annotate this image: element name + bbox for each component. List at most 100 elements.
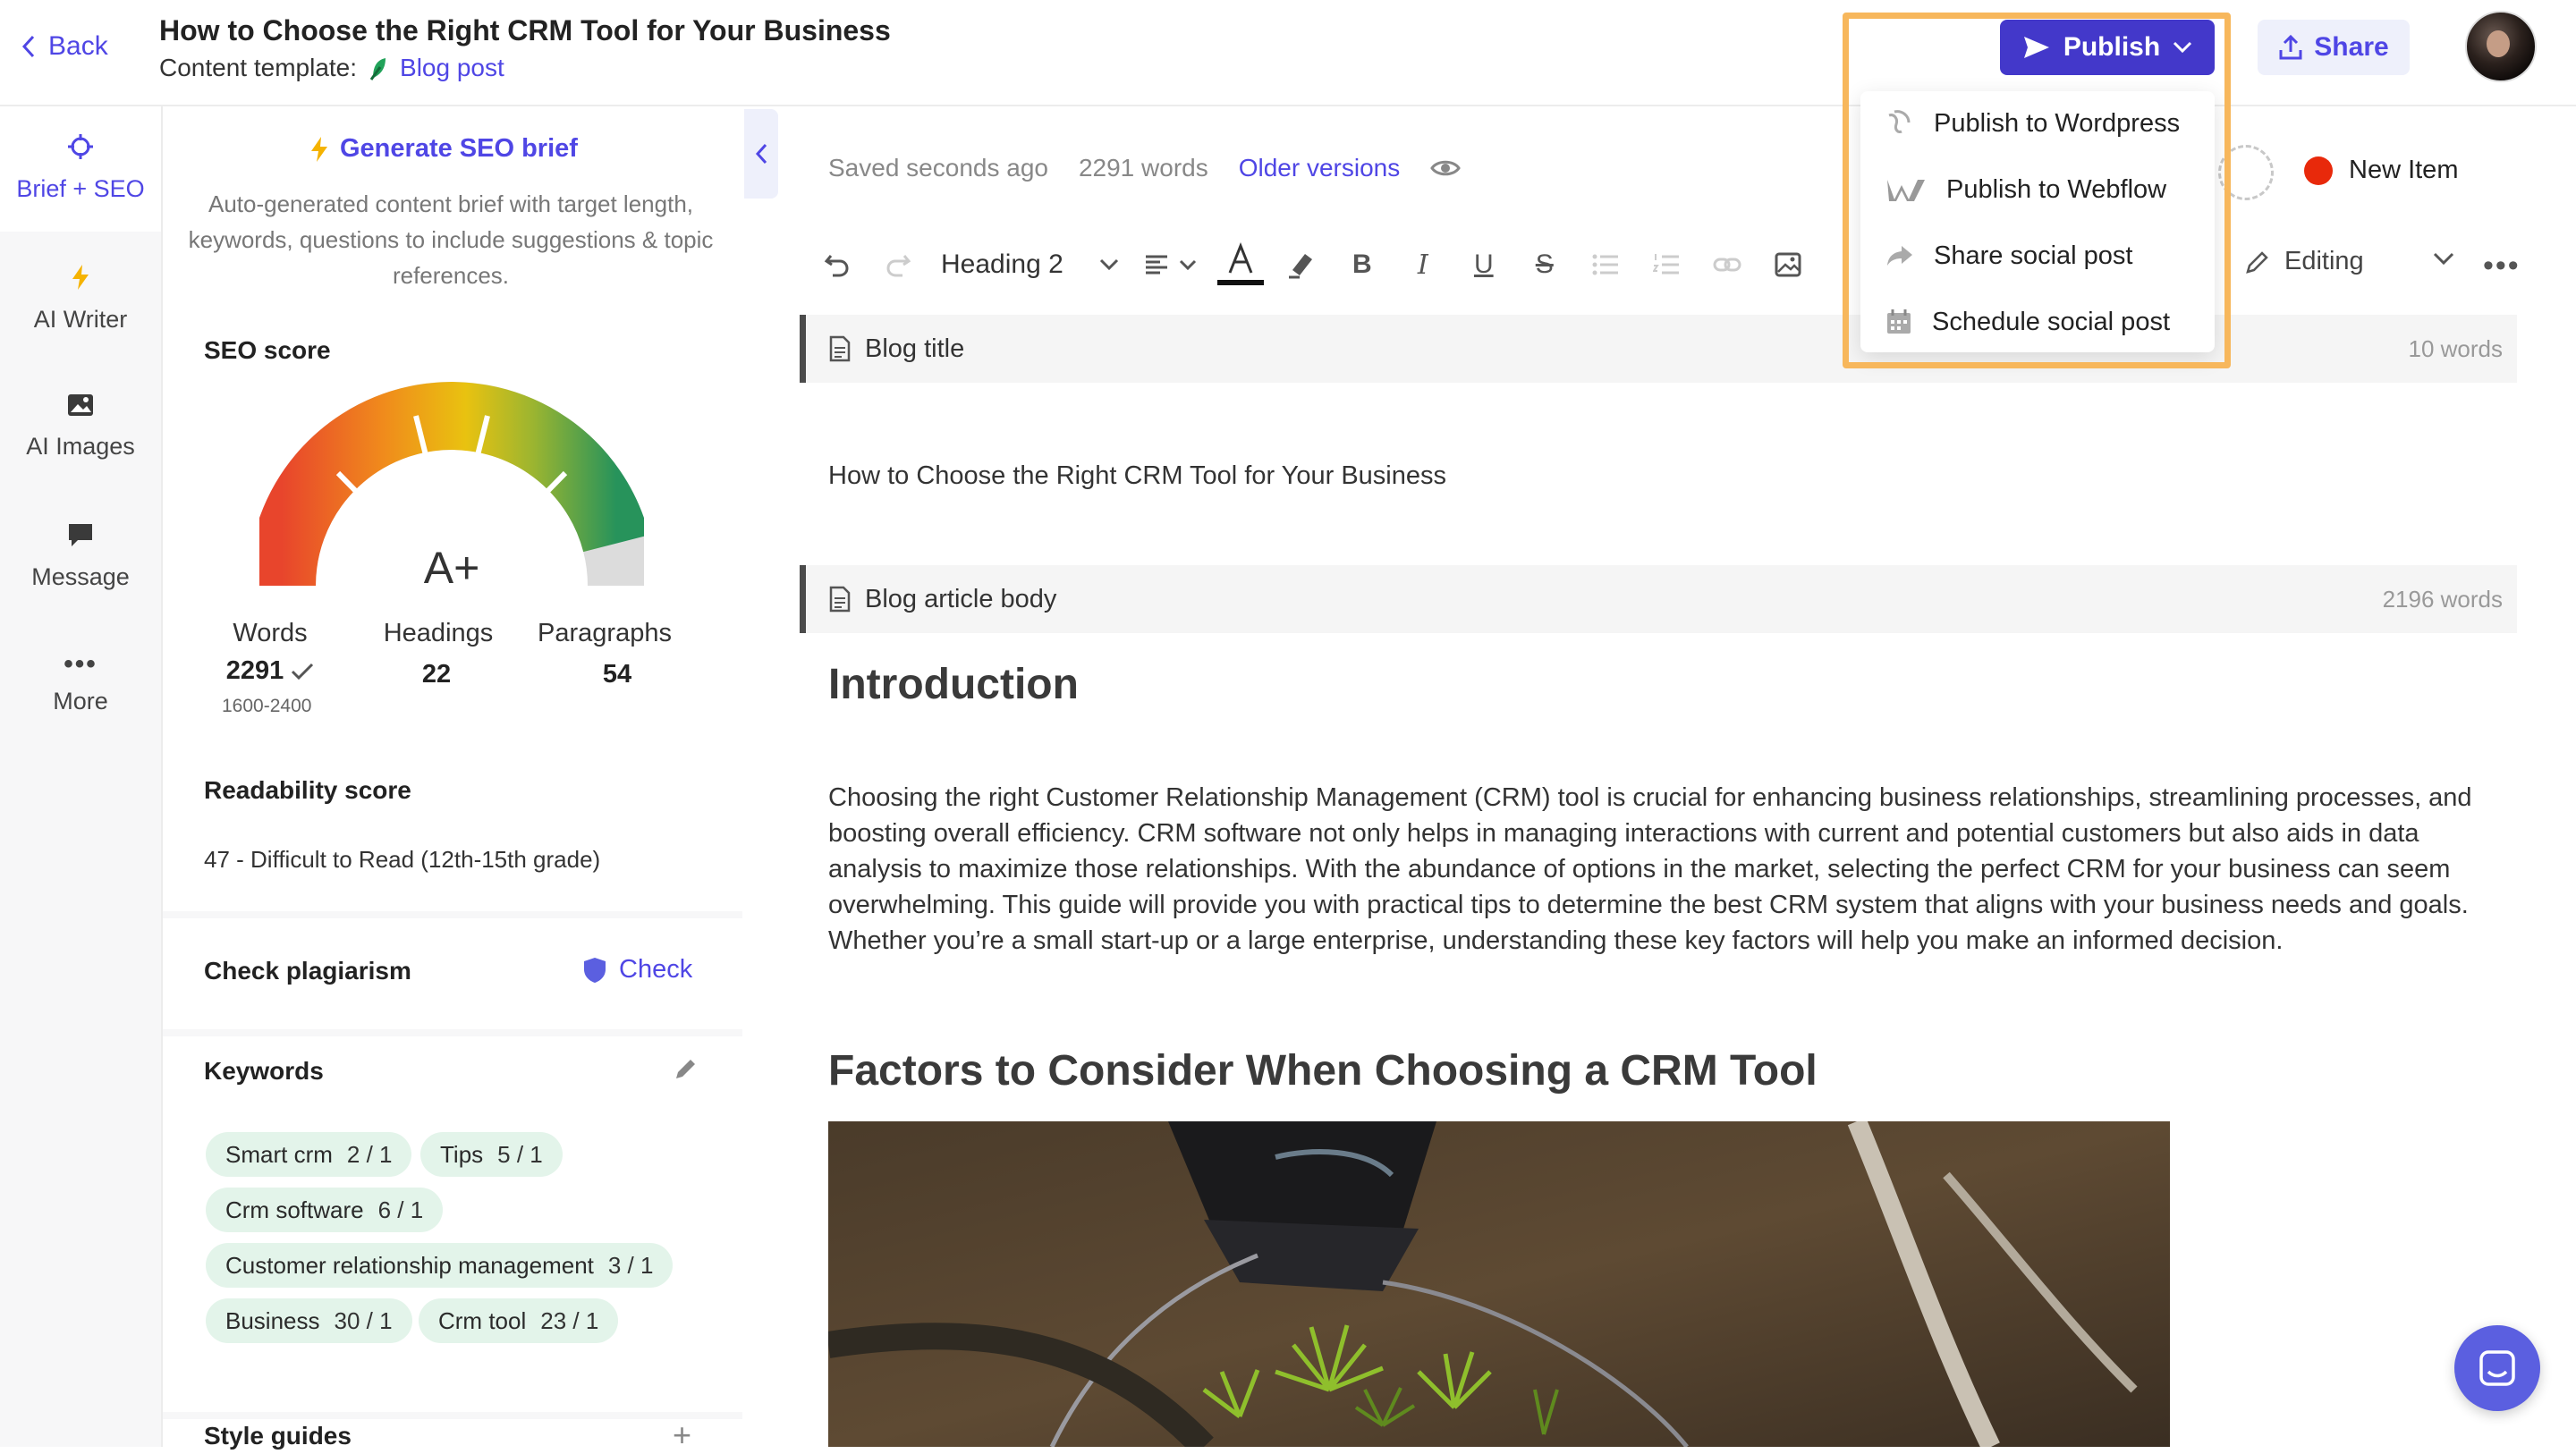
collapse-panel-button[interactable] (744, 109, 778, 199)
older-versions-link[interactable]: Older versions (1239, 154, 1401, 182)
nav-item-ai-writer[interactable]: AI Writer (0, 264, 161, 334)
saved-status: Saved seconds ago (828, 154, 1048, 182)
document-icon (829, 335, 851, 362)
keyword-count: 3 / 1 (607, 1251, 654, 1279)
heading-select[interactable]: Heading 2 (932, 238, 1128, 292)
template-name: Blog post (400, 54, 504, 81)
redo-icon[interactable] (871, 238, 925, 292)
nav-item-more[interactable]: ••• More (0, 650, 161, 715)
image-icon (0, 393, 161, 424)
numbered-list-icon[interactable] (1640, 238, 1693, 292)
intro-paragraph[interactable]: Choosing the right Customer Relationship… (828, 780, 2483, 959)
template-prefix: Content template: (159, 54, 358, 81)
check-label: Check (619, 955, 693, 984)
headings-label: Headings (383, 619, 494, 647)
keyword-count: 23 / 1 (540, 1306, 599, 1334)
template-icon (369, 58, 386, 80)
add-style-guide-icon[interactable]: + (673, 1416, 691, 1454)
keyword-chip[interactable]: Crm software 6 / 1 (206, 1188, 444, 1232)
generate-seo-brief-button[interactable]: Generate SEO brief (309, 134, 578, 164)
heading-select-value: Heading 2 (941, 249, 1063, 279)
help-chat-button[interactable] (2454, 1325, 2540, 1411)
keywords-heading: Keywords (204, 1057, 324, 1085)
keyword-count: 5 / 1 (497, 1140, 543, 1168)
link-icon[interactable] (1700, 238, 1754, 292)
keyword-chip[interactable]: Tips 5 / 1 (420, 1132, 563, 1177)
keyword-chip[interactable]: Business 30 / 1 (206, 1298, 412, 1343)
heading-factors[interactable]: Factors to Consider When Choosing a CRM … (828, 1046, 1818, 1095)
generate-seo-brief-label: Generate SEO brief (340, 134, 578, 163)
document-title: How to Choose the Right CRM Tool for You… (159, 14, 891, 46)
readability-heading: Readability score (204, 776, 411, 804)
bullet-list-icon[interactable] (1579, 238, 1632, 292)
readability-value: 47 - Difficult to Read (12th-15th grade) (204, 846, 601, 873)
publish-highlight-frame (1843, 13, 2231, 368)
block-label: Blog title (829, 334, 964, 364)
keyword-count: 30 / 1 (334, 1306, 393, 1334)
document-icon (829, 586, 851, 613)
lightning-icon (311, 136, 327, 162)
article-image[interactable] (828, 1121, 2170, 1447)
blog-title-text[interactable]: How to Choose the Right CRM Tool for You… (828, 461, 1446, 491)
keyword-chip[interactable]: Smart crm 2 / 1 (206, 1132, 412, 1177)
nav-item-ai-images[interactable]: AI Images (0, 393, 161, 461)
nav-item-message[interactable]: Message (0, 521, 161, 591)
keyword-name: Business (225, 1306, 320, 1334)
block-label-text: Blog article body (865, 584, 1057, 613)
paragraphs-value: 54 (602, 660, 632, 689)
back-button[interactable]: Back (21, 29, 108, 64)
words-label: Words (233, 619, 308, 647)
keyword-chip[interactable]: Crm tool 23 / 1 (419, 1298, 619, 1343)
chat-icon (0, 521, 161, 554)
nav-item-brief-seo[interactable]: Brief + SEO (0, 106, 161, 232)
template-line: Content template: Blog post (159, 54, 504, 82)
editing-mode-select[interactable]: Editing (2245, 247, 2364, 276)
lightning-icon (0, 264, 161, 297)
chevron-down-icon[interactable] (2433, 252, 2454, 266)
italic-icon[interactable]: I (1396, 238, 1450, 292)
ellipsis-icon: ••• (64, 649, 97, 679)
keyword-count: 6 / 1 (377, 1196, 424, 1223)
keyword-count: 2 / 1 (346, 1140, 393, 1168)
keyword-name: Crm software (225, 1196, 364, 1223)
nav-label: More (53, 688, 108, 714)
nav-label: AI Writer (33, 306, 128, 333)
align-select[interactable] (1135, 238, 1207, 292)
brief-description: Auto-generated content brief with target… (188, 190, 714, 289)
highlight-icon[interactable] (1275, 238, 1328, 292)
blog-body-block[interactable]: Blog article body 2196 words (800, 565, 2517, 633)
template-link[interactable]: Blog post (368, 54, 504, 82)
insert-image-icon[interactable] (1761, 238, 1815, 292)
pencil-icon[interactable] (673, 1055, 699, 1082)
editor-status-row: Saved seconds ago 2291 words Older versi… (828, 154, 1462, 182)
style-guides-heading: Style guides (204, 1422, 352, 1450)
back-label: Back (48, 31, 108, 61)
status-selector[interactable]: New Item (2304, 156, 2458, 185)
editing-mode-label: Editing (2284, 247, 2364, 275)
underline-icon[interactable]: U (1457, 238, 1511, 292)
blog-title-block[interactable]: Blog title 10 words (800, 315, 2517, 383)
keyword-name: Crm tool (438, 1306, 527, 1334)
headings-value: 22 (421, 660, 452, 689)
strikethrough-icon[interactable]: S (1518, 238, 1572, 292)
keyword-name: Customer relationship management (225, 1251, 594, 1279)
share-button[interactable]: Share (2258, 20, 2410, 75)
heading-introduction[interactable]: Introduction (828, 660, 1079, 709)
upload-icon (2279, 34, 2302, 60)
chat-icon (2479, 1350, 2515, 1386)
crosshair-icon (0, 106, 161, 166)
nav-rail: Brief + SEO AI Writer AI Images Message … (0, 106, 163, 1447)
seo-score-heading: SEO score (204, 336, 331, 364)
more-options-icon[interactable]: ••• (2483, 249, 2521, 283)
eye-icon[interactable] (1430, 157, 1462, 179)
undo-icon[interactable] (810, 238, 864, 292)
chevron-left-icon (755, 143, 767, 165)
block-label: Blog article body (829, 585, 1056, 614)
status-label: New Item (2349, 156, 2459, 184)
check-plagiarism-button[interactable]: Check (583, 955, 692, 985)
bold-icon[interactable]: B (1335, 238, 1389, 292)
keyword-chip[interactable]: Customer relationship management 3 / 1 (206, 1243, 674, 1288)
user-avatar[interactable] (2465, 11, 2537, 82)
text-color-icon[interactable] (1214, 238, 1267, 292)
editor-toolbar: Heading 2 B I U S (810, 238, 1822, 292)
